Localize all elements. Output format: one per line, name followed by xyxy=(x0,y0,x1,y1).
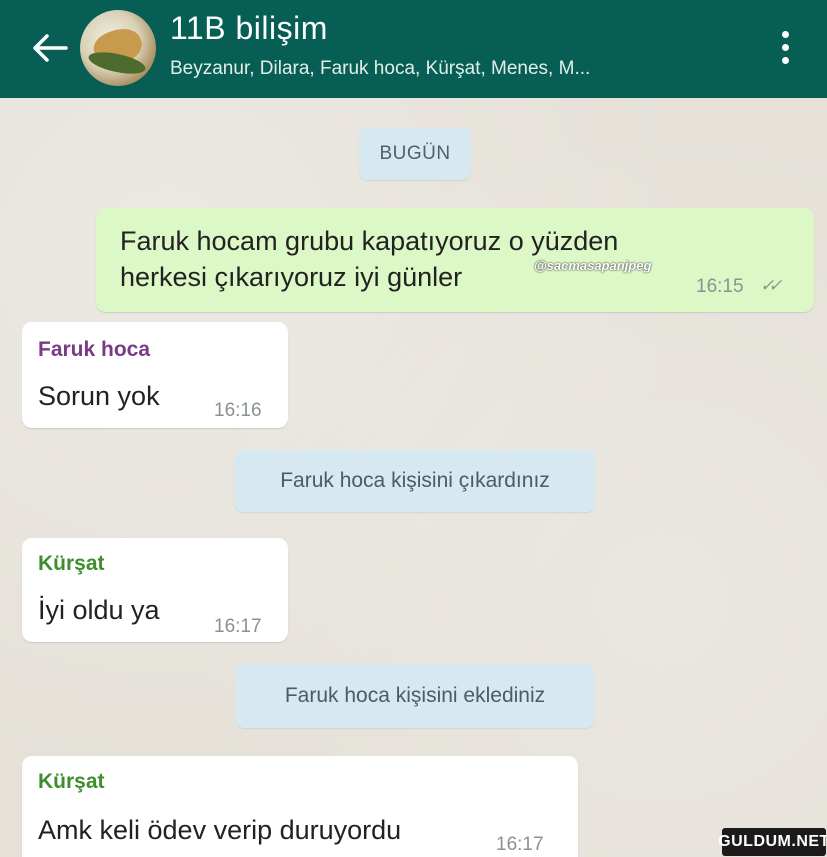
incoming-message[interactable]: Faruk hoca Sorun yok 16:16 xyxy=(22,322,288,428)
outgoing-message[interactable]: Faruk hocam grubu kapatıyoruz o yüzden h… xyxy=(96,208,814,312)
message-time: 16:16 xyxy=(214,400,262,421)
message-text-line2: herkesi çıkarıyoruz iyi günler xyxy=(120,262,463,292)
chat-header: 11B bilişim Beyzanur, Dilara, Faruk hoca… xyxy=(0,0,827,98)
message-text: Sorun yok xyxy=(38,381,160,411)
group-members[interactable]: Beyzanur, Dilara, Faruk hoca, Kürşat, Me… xyxy=(170,58,740,80)
message-text: Amk keli ödev verip duruyordu xyxy=(38,815,402,845)
more-vertical-icon xyxy=(781,30,789,38)
system-message: Faruk hoca kişisini çıkardınız xyxy=(235,450,595,512)
date-divider: BUGÜN xyxy=(359,128,471,180)
system-message: Faruk hoca kişisini eklediniz xyxy=(236,664,594,728)
sender-name: Faruk hoca xyxy=(38,338,151,361)
message-text-line1: Faruk hocam grubu kapatıyoruz o yüzden xyxy=(120,226,619,256)
incoming-message[interactable]: Kürşat İyi oldu ya 16:17 xyxy=(22,538,288,642)
sender-name: Kürşat xyxy=(38,770,105,793)
sender-name: Kürşat xyxy=(38,552,105,575)
message-time: 16:15 xyxy=(696,276,744,297)
message-time: 16:17 xyxy=(214,616,262,637)
group-title[interactable]: 11B bilişim xyxy=(170,10,328,47)
more-options-button[interactable] xyxy=(773,22,797,72)
double-check-icon: ✓✓ xyxy=(760,276,782,295)
watermark-text: @sacmasapanjpeg xyxy=(534,258,652,273)
message-text: İyi oldu ya xyxy=(38,595,160,625)
back-arrow-icon xyxy=(33,34,68,62)
back-button[interactable] xyxy=(30,28,70,68)
incoming-message[interactable]: Kürşat Amk keli ödev verip duruyordu 16:… xyxy=(22,756,578,857)
message-time: 16:17 xyxy=(496,834,544,855)
site-logo: GULDUM.NET xyxy=(718,828,827,856)
group-avatar[interactable] xyxy=(80,10,156,86)
